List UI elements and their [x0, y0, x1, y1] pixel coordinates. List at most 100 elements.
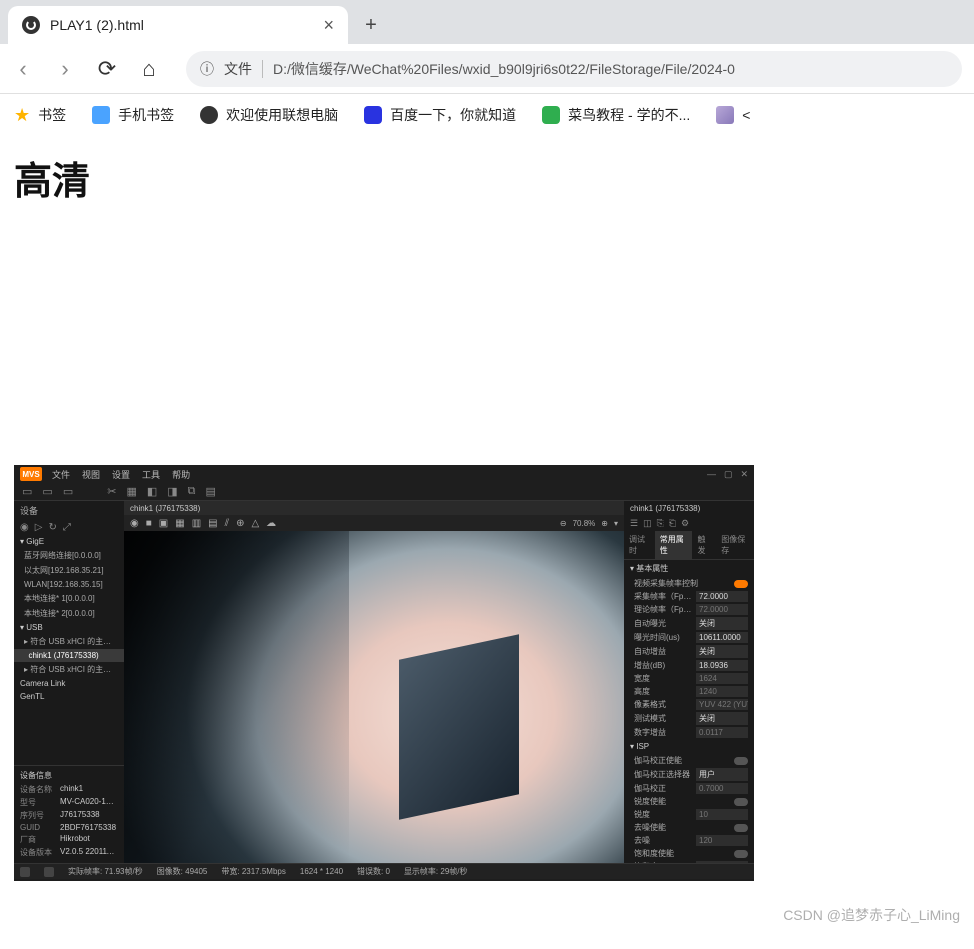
grid-icon[interactable]: ▤ — [208, 518, 217, 529]
toolbar-icon[interactable]: ▭ — [42, 485, 52, 498]
bookmark-item[interactable]: ★书签 — [14, 105, 66, 126]
tab-imgsave[interactable]: 图像保存 — [716, 531, 754, 559]
toggle-switch[interactable] — [734, 798, 748, 806]
home-button[interactable]: ⌂ — [138, 58, 160, 80]
tree-group-usb[interactable]: ▾ USB — [14, 621, 124, 634]
expand-icon[interactable]: ⤢ — [63, 522, 71, 533]
camera-icon[interactable]: ▣ — [159, 518, 168, 529]
menu-help[interactable]: 帮助 — [172, 468, 190, 481]
new-tab-button[interactable]: + — [354, 8, 388, 42]
url-scheme-label: 文件 — [224, 59, 252, 79]
property-value[interactable]: 0.7000 — [696, 783, 748, 794]
property-value[interactable]: 18.0936 — [696, 660, 748, 671]
zoom-out-icon[interactable]: ⊖ — [560, 519, 567, 528]
bookmark-item[interactable]: < — [716, 106, 750, 124]
tree-group-gentl[interactable]: GenTL — [14, 690, 124, 703]
list-icon[interactable]: ☰ — [630, 518, 638, 529]
info-icon[interactable]: ⓘ — [200, 59, 214, 79]
gear-icon[interactable]: ⚙ — [681, 518, 689, 529]
property-value[interactable]: 0.0117 — [696, 727, 748, 738]
histogram-icon[interactable]: ⫽ — [225, 518, 229, 529]
maximize-icon[interactable]: ▢ — [724, 469, 733, 480]
save-icon[interactable]: ⎘ — [657, 518, 664, 529]
zoom-in-icon[interactable]: ⊕ — [601, 519, 608, 528]
property-value[interactable]: 关闭 — [696, 617, 748, 630]
toolbar-icon[interactable]: ▭ — [63, 485, 73, 498]
feature-icon[interactable]: ◫ — [643, 518, 652, 529]
load-icon[interactable]: ⎗ — [669, 518, 676, 529]
toolbar-icon[interactable]: ◧ — [147, 485, 157, 498]
bookmark-item[interactable]: 菜鸟教程 - 学的不... — [542, 105, 690, 125]
camera-viewport[interactable] — [124, 531, 624, 863]
cloud-icon[interactable]: ☁ — [266, 518, 276, 529]
toggle-switch[interactable] — [734, 850, 748, 858]
zoom-icon[interactable]: ⊕ — [236, 518, 244, 529]
property-value[interactable]: 10611.0000 — [696, 632, 748, 643]
property-value[interactable]: 关闭 — [696, 712, 748, 725]
tab-debug[interactable]: 调试时 — [624, 531, 655, 559]
property-value[interactable]: YUV 422 (YUYV) 1 — [696, 699, 748, 710]
bookmark-item[interactable]: 手机书签 — [92, 105, 174, 125]
viewer-tab[interactable]: chink1 (J76175338) — [124, 501, 624, 515]
property-row: 饱和度使能 — [624, 847, 754, 860]
toolbar-icon[interactable]: ⧉ — [188, 485, 196, 498]
stop-icon[interactable]: ■ — [146, 518, 152, 529]
property-value[interactable]: 关闭 — [696, 645, 748, 658]
menu-view[interactable]: 视图 — [82, 468, 100, 481]
property-label: 伽马校正使能 — [634, 755, 730, 766]
tab-trigger[interactable]: 触发 — [692, 531, 716, 559]
play-icon[interactable]: ▷ — [35, 522, 43, 533]
close-tab-icon[interactable]: × — [323, 15, 334, 36]
toggle-switch[interactable] — [734, 580, 748, 588]
tree-item-selected[interactable]: chink1 (J76175338) — [14, 649, 124, 662]
property-value[interactable]: 72.0000 — [696, 604, 748, 615]
back-button[interactable]: ‹ — [12, 58, 34, 80]
property-value[interactable]: 1240 — [696, 686, 748, 697]
address-bar[interactable]: ⓘ 文件 D:/微信缓存/WeChat%20Files/wxid_b90l9jr… — [186, 51, 962, 87]
tab-common[interactable]: 常用属性 — [655, 531, 693, 559]
tree-item[interactable]: 蓝牙网络连接[0.0.0.0] — [14, 548, 124, 563]
reload-button[interactable]: ⟳ — [96, 58, 118, 80]
menu-tools[interactable]: 工具 — [142, 468, 160, 481]
minimize-icon[interactable]: — — [707, 469, 716, 480]
forward-button[interactable]: › — [54, 58, 76, 80]
tree-item[interactable]: WLAN[192.168.35.15] — [14, 578, 124, 591]
tree-item[interactable]: ▸ 符合 USB xHCI 的主机控制器 — [14, 662, 124, 677]
toolbar-icon[interactable]: ▤ — [206, 485, 216, 498]
bookmark-item[interactable]: 欢迎使用联想电脑 — [200, 105, 338, 125]
record-icon[interactable]: ◉ — [20, 522, 29, 533]
toolbar-icon[interactable]: ◨ — [167, 485, 177, 498]
close-icon[interactable]: ✕ — [740, 469, 748, 480]
toolbar-icon[interactable]: ▭ — [22, 485, 32, 498]
property-value[interactable]: 72.0000 — [696, 591, 748, 602]
toolbar-icon[interactable]: ✂ — [107, 485, 116, 498]
property-label: 理论帧率（Fps） — [634, 604, 692, 615]
menu-settings[interactable]: 设置 — [112, 468, 130, 481]
tree-group-gige[interactable]: ▾ GigE — [14, 535, 124, 548]
menu-file[interactable]: 文件 — [52, 468, 70, 481]
property-value[interactable]: 120 — [696, 835, 748, 846]
toolbar-icon[interactable]: ▦ — [126, 485, 136, 498]
property-value[interactable]: 用户 — [696, 768, 748, 781]
chevron-down-icon[interactable]: ▾ — [614, 519, 618, 528]
toggle-switch[interactable] — [734, 757, 748, 765]
record-icon[interactable]: ◉ — [130, 518, 139, 529]
tree-item[interactable]: 以太网[192.168.35.21] — [14, 563, 124, 578]
prop-group-basic[interactable]: ▾ 基本属性 — [624, 560, 754, 577]
browser-tab[interactable]: PLAY1 (2).html × — [8, 6, 348, 44]
property-value[interactable]: 1624 — [696, 673, 748, 684]
refresh-icon[interactable]: ↻ — [48, 522, 56, 533]
property-row: 视频采集帧率控制 — [624, 577, 754, 590]
tree-group-camlink[interactable]: Camera Link — [14, 677, 124, 690]
tree-item[interactable]: 本地连接* 1[0.0.0.0] — [14, 591, 124, 606]
toggle-switch[interactable] — [734, 824, 748, 832]
property-value[interactable]: 10 — [696, 809, 748, 820]
bookmark-item[interactable]: 百度一下，你就知道 — [364, 105, 516, 125]
grid-icon[interactable]: ▦ — [175, 518, 184, 529]
warn-icon[interactable]: △ — [251, 518, 259, 529]
grid-icon[interactable]: ▥ — [192, 518, 201, 529]
tree-item[interactable]: ▸ 符合 USB xHCI 的主机控制器 — [14, 634, 124, 649]
prop-group-isp[interactable]: ▾ ISP — [624, 739, 754, 754]
property-value[interactable]: 128 — [696, 861, 748, 863]
tree-item[interactable]: 本地连接* 2[0.0.0.0] — [14, 606, 124, 621]
